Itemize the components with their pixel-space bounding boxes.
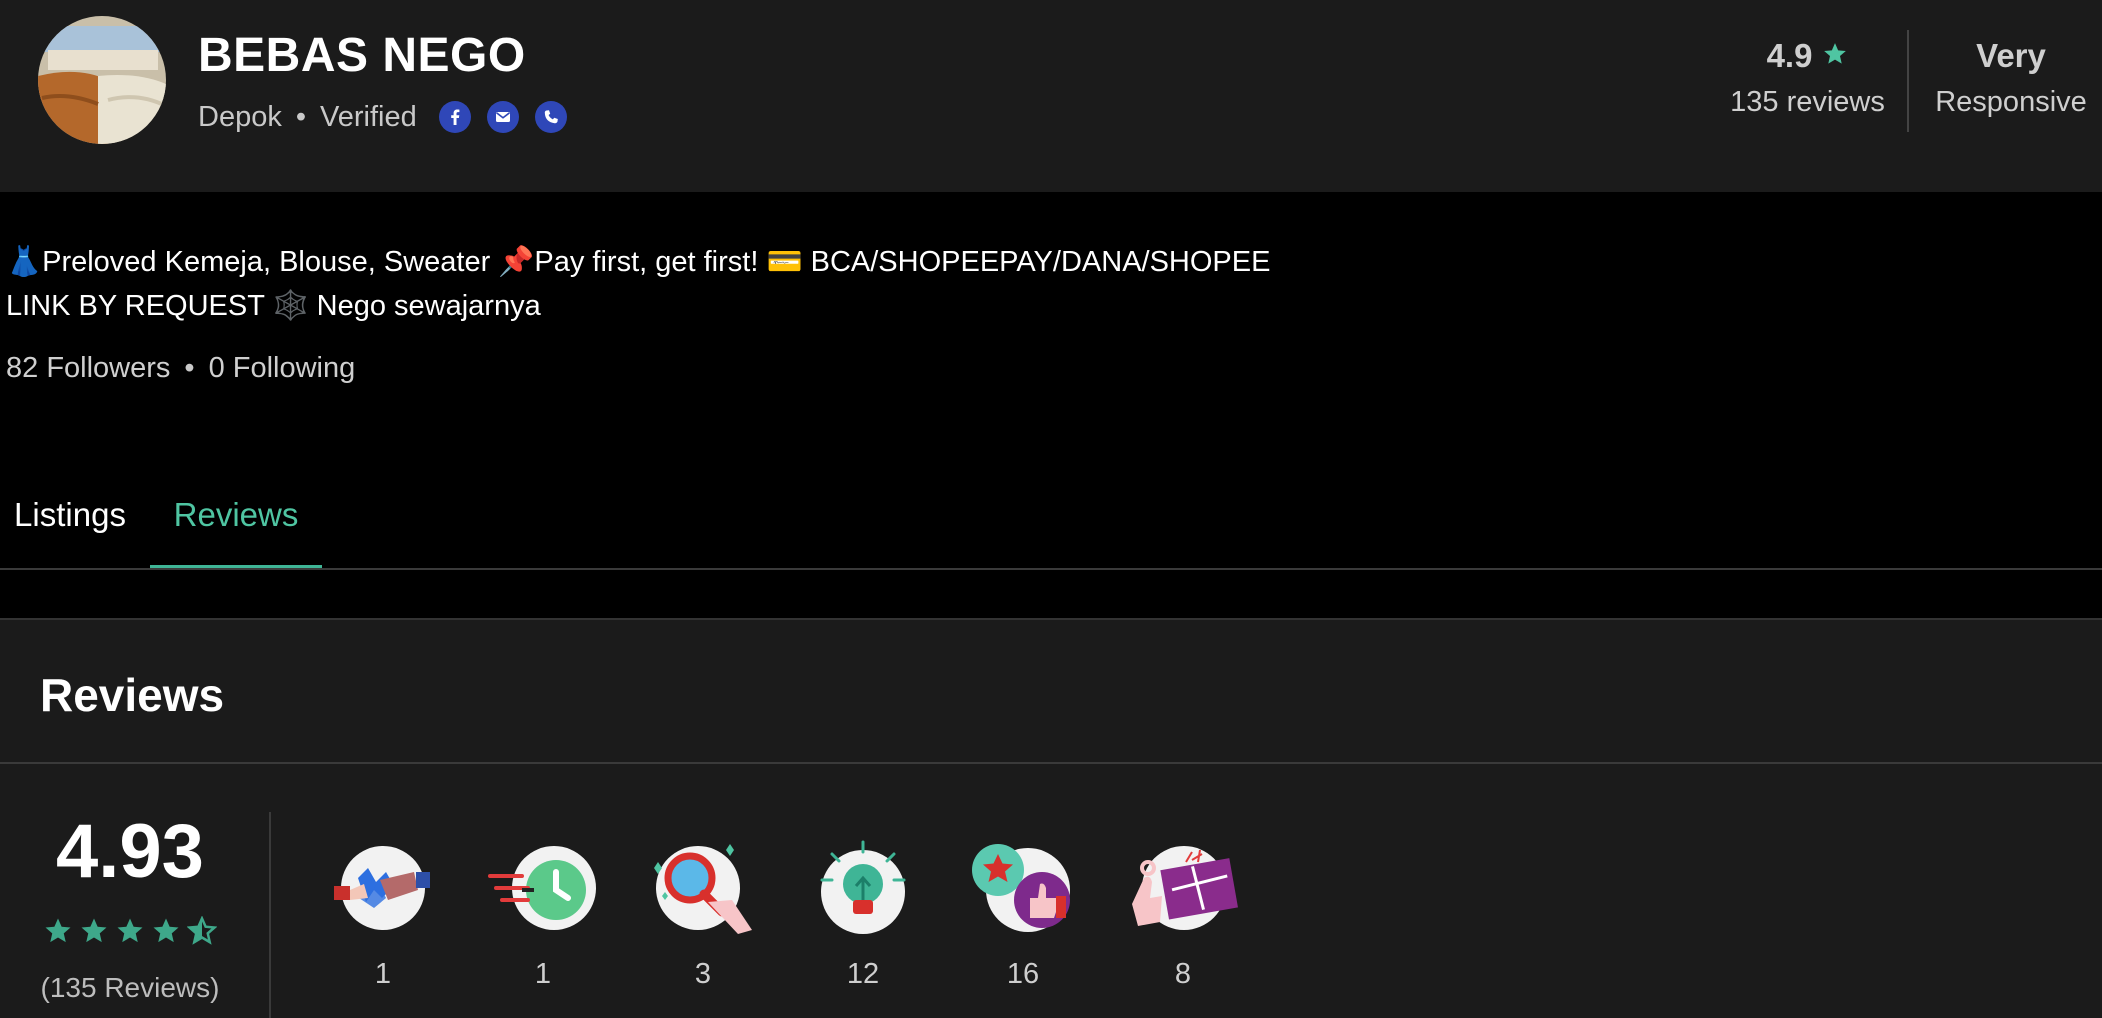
star-icon bbox=[153, 918, 179, 943]
shop-meta: Depok • Verified bbox=[198, 98, 567, 136]
gift-card-icon bbox=[1128, 838, 1238, 938]
following-link[interactable]: 0 Following bbox=[209, 352, 356, 385]
reviews-panel: Reviews 4.93 (135 Reviews) 1 1 3 12 16 8 bbox=[0, 618, 2102, 1018]
followers-link[interactable]: 82 Followers bbox=[6, 352, 170, 385]
fast-clock-icon bbox=[488, 838, 598, 938]
lightbulb-icon bbox=[808, 838, 918, 938]
responsiveness-line2: Responsive bbox=[1935, 86, 2087, 118]
tab-reviews[interactable]: Reviews bbox=[150, 460, 322, 570]
reviews-score: 4.93 bbox=[56, 809, 204, 894]
social-links bbox=[438, 101, 567, 133]
badge-accurate-description[interactable]: 3 bbox=[648, 838, 758, 991]
responsiveness: Very Responsive bbox=[1920, 30, 2102, 119]
thumbs-up-star-icon bbox=[968, 838, 1078, 938]
badge-helpful-seller[interactable]: 12 bbox=[808, 838, 918, 991]
reviews-count: 135 reviews bbox=[1730, 86, 1885, 118]
rating-value: 4.9 bbox=[1766, 37, 1813, 74]
bio-line-1: 👗Preloved Kemeja, Blouse, Sweater 📌Pay f… bbox=[6, 246, 1271, 278]
responsiveness-line1: Very bbox=[1976, 37, 2046, 74]
reviews-title: Reviews bbox=[40, 669, 225, 721]
email-icon[interactable] bbox=[486, 101, 519, 133]
star-icon bbox=[45, 918, 71, 943]
shop-bio: 👗Preloved Kemeja, Blouse, Sweater 📌Pay f… bbox=[6, 240, 1270, 328]
shop-header: BEBAS NEGO Depok • Verified 4.9 135 revi… bbox=[0, 0, 2102, 192]
half-star-icon bbox=[187, 916, 217, 945]
stats-divider bbox=[1907, 30, 1909, 132]
badge-fast-response[interactable]: 1 bbox=[488, 838, 598, 991]
facebook-icon[interactable] bbox=[438, 101, 471, 133]
badge-count: 3 bbox=[694, 958, 712, 990]
star-rating bbox=[40, 916, 220, 946]
tabs-divider bbox=[0, 568, 2102, 570]
verified-label: Verified bbox=[319, 100, 417, 133]
separator-dot: • bbox=[295, 100, 306, 133]
shop-avatar[interactable] bbox=[38, 16, 166, 144]
shop-location: Depok bbox=[198, 100, 282, 133]
phone-icon[interactable] bbox=[534, 101, 567, 133]
badge-count: 8 bbox=[1174, 958, 1192, 990]
bio-line-2: LINK BY REQUEST 🕸️ Nego sewajarnya bbox=[6, 290, 541, 322]
separator-dot: • bbox=[184, 352, 195, 384]
star-icon bbox=[1822, 37, 1848, 75]
reviews-count-label: (135 Reviews) bbox=[40, 972, 220, 1003]
profile-tabs: Listings Reviews bbox=[0, 460, 2102, 570]
score-divider bbox=[269, 812, 271, 1018]
badge-count: 12 bbox=[846, 958, 880, 990]
badge-handshake[interactable]: 1 bbox=[328, 838, 438, 991]
badge-count: 16 bbox=[1006, 958, 1040, 990]
badge-count: 1 bbox=[374, 958, 392, 990]
tab-listings[interactable]: Listings bbox=[0, 460, 140, 570]
handshake-icon bbox=[328, 838, 438, 938]
follow-stats: 82 Followers • 0 Following bbox=[6, 352, 355, 385]
badge-count: 1 bbox=[534, 958, 552, 990]
rating-summary[interactable]: 4.9 135 reviews bbox=[1720, 30, 1895, 119]
badge-good-packaging[interactable]: 8 bbox=[1128, 838, 1238, 991]
shop-name: BEBAS NEGO bbox=[198, 29, 526, 82]
star-icon bbox=[81, 918, 107, 943]
star-icon bbox=[117, 918, 143, 943]
magnifier-icon bbox=[648, 838, 758, 938]
reviews-divider bbox=[0, 762, 2102, 764]
badge-friendly[interactable]: 16 bbox=[968, 838, 1078, 991]
